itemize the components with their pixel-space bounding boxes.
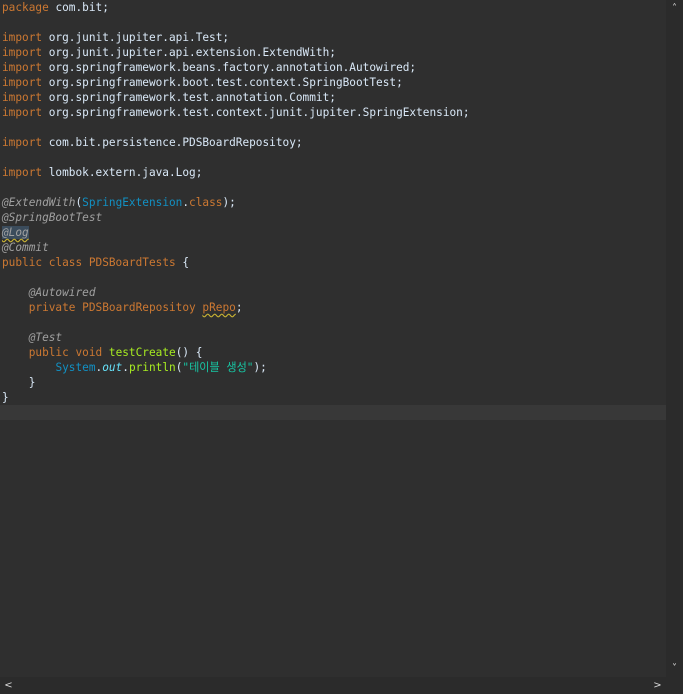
code-line-1: package com.bit; bbox=[2, 1, 109, 14]
scroll-down-icon[interactable]: ˅ bbox=[666, 660, 683, 677]
code-line-6: import org.springframework.boot.test.con… bbox=[2, 76, 403, 89]
code-line-16: @Log bbox=[2, 226, 29, 239]
code-line-23: @Test bbox=[28, 331, 63, 344]
code-line-10: import com.bit.persistence.PDSBoardRepos… bbox=[2, 136, 303, 149]
scroll-up-icon[interactable]: ˄ bbox=[666, 0, 683, 17]
code-line-24: public void testCreate() { bbox=[28, 346, 203, 359]
code-line-5: import org.springframework.beans.factory… bbox=[2, 61, 417, 74]
code-line-26: } bbox=[2, 376, 36, 389]
horizontal-scrollbar[interactable]: < > bbox=[0, 677, 666, 694]
code-line-21: private PDSBoardRepositoy pRepo; bbox=[28, 301, 243, 314]
code-line-12: import lombok.extern.java.Log; bbox=[2, 166, 203, 179]
current-line-highlight bbox=[0, 405, 666, 420]
code-line-15: @SpringBootTest bbox=[2, 211, 103, 224]
code-line-14: @ExtendWith(SpringExtension.class); bbox=[2, 196, 236, 209]
code-line-4: import org.junit.jupiter.api.extension.E… bbox=[2, 46, 336, 59]
code-line-17: @Commit bbox=[2, 241, 49, 254]
code-editor[interactable]: package com.bit; import org.junit.jupite… bbox=[0, 0, 666, 677]
scrollbar-corner bbox=[666, 677, 683, 694]
code-line-18: public class PDSBoardTests { bbox=[2, 256, 190, 269]
scroll-left-icon[interactable]: < bbox=[0, 677, 17, 694]
scroll-right-icon[interactable]: > bbox=[649, 677, 666, 694]
code-line-20: @Autowired bbox=[28, 286, 96, 299]
code-line-3: import org.junit.jupiter.api.Test; bbox=[2, 31, 230, 44]
vertical-scrollbar[interactable]: ˄ ˅ bbox=[666, 0, 683, 677]
code-line-27: } bbox=[2, 391, 9, 404]
code-line-25: System.out.println("테이블 생성"); bbox=[55, 361, 267, 374]
code-line-8: import org.springframework.test.context.… bbox=[2, 106, 470, 119]
code-line-7: import org.springframework.test.annotati… bbox=[2, 91, 336, 104]
